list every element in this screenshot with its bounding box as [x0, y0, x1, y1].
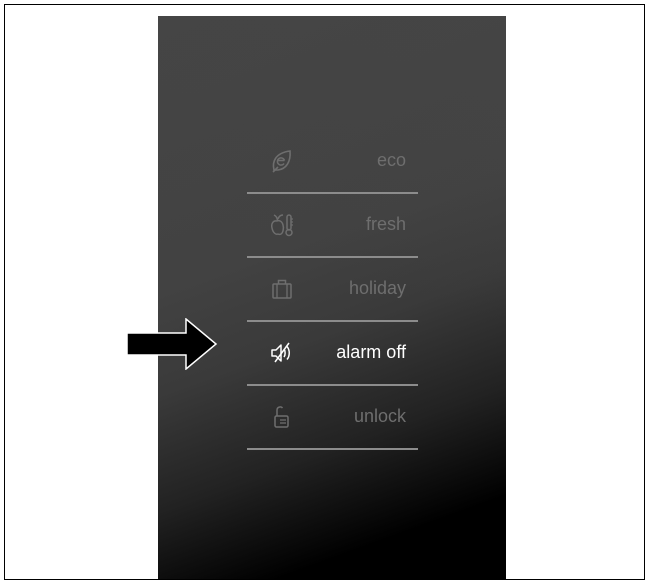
control-panel: eco fresh holiday alarm off unlock	[158, 16, 506, 579]
menu-item-fresh-label: fresh	[365, 214, 406, 234]
menu-item-eco[interactable]: eco	[247, 130, 418, 194]
menu-item-eco-label: eco	[376, 150, 406, 170]
menu-item-holiday[interactable]: holiday	[247, 258, 418, 322]
menu-item-unlock[interactable]: unlock	[247, 386, 418, 450]
fresh-apple-thermometer-icon	[269, 212, 295, 238]
holiday-suitcase-icon	[269, 276, 295, 302]
eco-leaf-icon	[269, 148, 295, 174]
menu-item-alarm-off[interactable]: alarm off	[247, 322, 418, 386]
function-menu: eco fresh holiday alarm off unlock	[247, 130, 418, 450]
menu-item-holiday-label: holiday	[348, 278, 406, 298]
pointer-arrow-icon	[126, 318, 218, 370]
unlock-padlock-icon	[269, 404, 295, 430]
alarm-off-speaker-muted-icon	[269, 340, 295, 366]
menu-item-fresh[interactable]: fresh	[247, 194, 418, 258]
menu-item-unlock-label: unlock	[353, 406, 406, 426]
menu-item-alarm-off-label: alarm off	[336, 342, 406, 362]
